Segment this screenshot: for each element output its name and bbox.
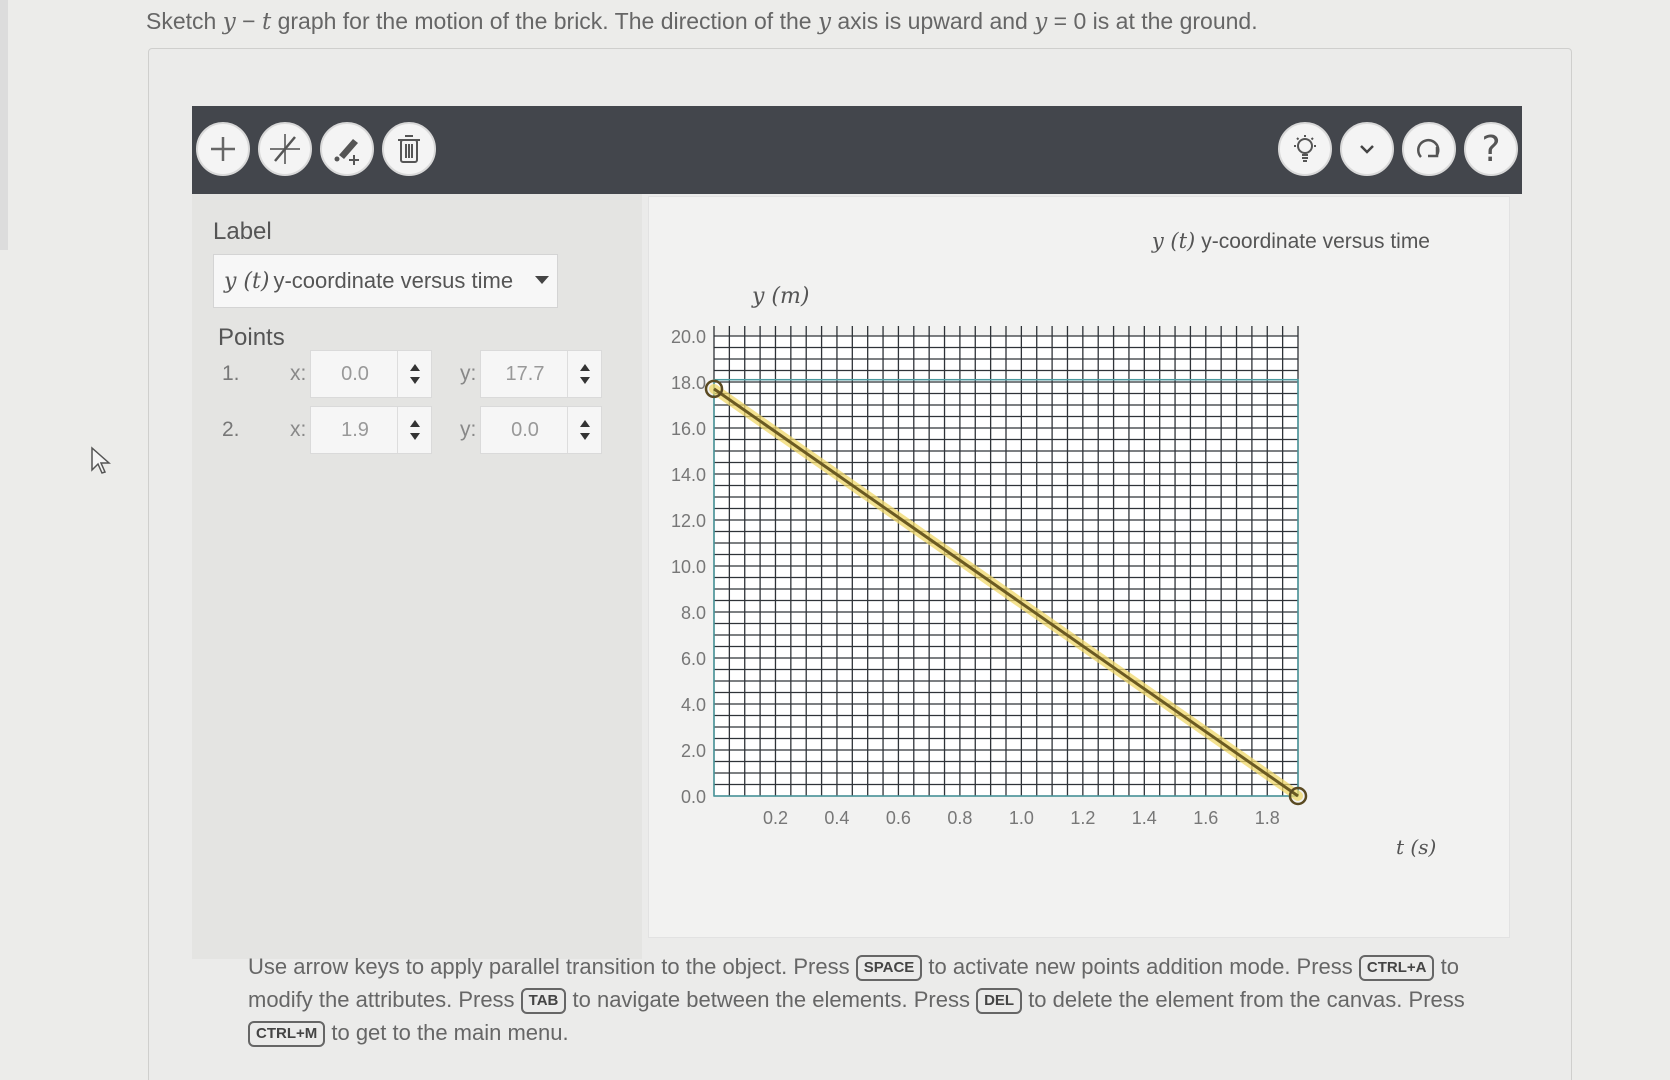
y-tick-label: 20.0: [671, 327, 706, 347]
x-tick-label: 0.8: [947, 808, 972, 828]
spinner-icon[interactable]: [397, 351, 431, 397]
x-tick-label: 1.0: [1009, 808, 1034, 828]
spinner-icon[interactable]: [567, 407, 601, 453]
kbd-space: SPACE: [855, 955, 923, 981]
point-row-1: 1. x: 0.0 y: 17.7: [218, 350, 618, 400]
x-tick-label: 0.6: [886, 808, 911, 828]
line-tool-icon[interactable]: [258, 122, 312, 176]
point-2-y-input[interactable]: 0.0: [480, 406, 602, 454]
caret-down-icon: [535, 276, 549, 284]
x-tick-label: 1.2: [1070, 808, 1095, 828]
trash-icon[interactable]: [382, 122, 436, 176]
y-label: y:: [460, 362, 477, 385]
spinner-icon[interactable]: [567, 351, 601, 397]
y-tick-label: 12.0: [671, 511, 706, 531]
point-2-x-input[interactable]: 1.9: [310, 406, 432, 454]
x-axis-label: t (s): [1396, 835, 1436, 859]
graph-toolbar: ?: [192, 106, 1522, 194]
y-tick-label: 8.0: [681, 603, 706, 623]
dropdown-variable: y (t): [224, 268, 270, 294]
spinner-icon[interactable]: [397, 407, 431, 453]
y-tick-label: 2.0: [681, 741, 706, 761]
point-number: 1.: [222, 362, 240, 385]
y-tick-label: 14.0: [671, 465, 706, 485]
kbd-ctrl-m: CTRL+M: [248, 1021, 326, 1047]
yt-chart[interactable]: 0.0 2.0 4.0 6.0 8.0 10.0 12.0 14.0 16.0 18.0 20.0 0…: [648, 196, 1510, 938]
x-label: x:: [290, 362, 307, 385]
kbd-tab: TAB: [520, 988, 567, 1014]
y-tick-label: 6.0: [681, 649, 706, 669]
point-row-2: 2. x: 1.9 y: 0.0: [218, 406, 618, 456]
redo-icon[interactable]: [1402, 122, 1456, 176]
label-dropdown[interactable]: y (t) y-coordinate versus time: [213, 254, 558, 308]
x-tick-label: 1.6: [1193, 808, 1218, 828]
label-heading: Label: [213, 218, 272, 245]
y-tick-label: 0.0: [681, 787, 706, 807]
point-1-y-input[interactable]: 17.7: [480, 350, 602, 398]
kbd-ctrl-a: CTRL+A: [1358, 955, 1435, 981]
y-tick-label: 10.0: [671, 557, 706, 577]
y-label: y:: [460, 418, 477, 441]
point-1-x-input[interactable]: 0.0: [310, 350, 432, 398]
chart-grid: [713, 326, 1299, 797]
dropdown-text: y-coordinate versus time: [273, 268, 514, 293]
mouse-cursor-icon: [91, 446, 111, 474]
y-tick-label: 4.0: [681, 695, 706, 715]
points-heading: Points: [218, 324, 285, 351]
x-tick-label: 0.2: [763, 808, 788, 828]
x-tick-label: 1.8: [1255, 808, 1280, 828]
x-label: x:: [290, 418, 307, 441]
help-icon[interactable]: ?: [1464, 122, 1518, 176]
keyboard-instructions: Use arrow keys to apply parallel transit…: [248, 954, 1465, 1047]
y-tick-label: 16.0: [671, 419, 706, 439]
sidebar-panel: [192, 194, 642, 959]
kbd-del: DEL: [976, 988, 1023, 1014]
x-tick-label: 0.4: [824, 808, 849, 828]
chart-title: y (t) y-coordinate versus time: [1151, 229, 1430, 253]
lightbulb-icon[interactable]: [1278, 122, 1332, 176]
question-text: Sketch y − t graph for the motion of the…: [146, 8, 1258, 35]
y-axis-label: y (m): [751, 284, 809, 309]
point-pen-icon[interactable]: [320, 122, 374, 176]
window-edge: [0, 0, 8, 250]
x-tick-label: 1.4: [1132, 808, 1157, 828]
chevron-down-icon[interactable]: [1340, 122, 1394, 176]
point-number: 2.: [222, 418, 240, 441]
y-tick-label: 18.0: [671, 373, 706, 393]
plus-icon[interactable]: [196, 122, 250, 176]
